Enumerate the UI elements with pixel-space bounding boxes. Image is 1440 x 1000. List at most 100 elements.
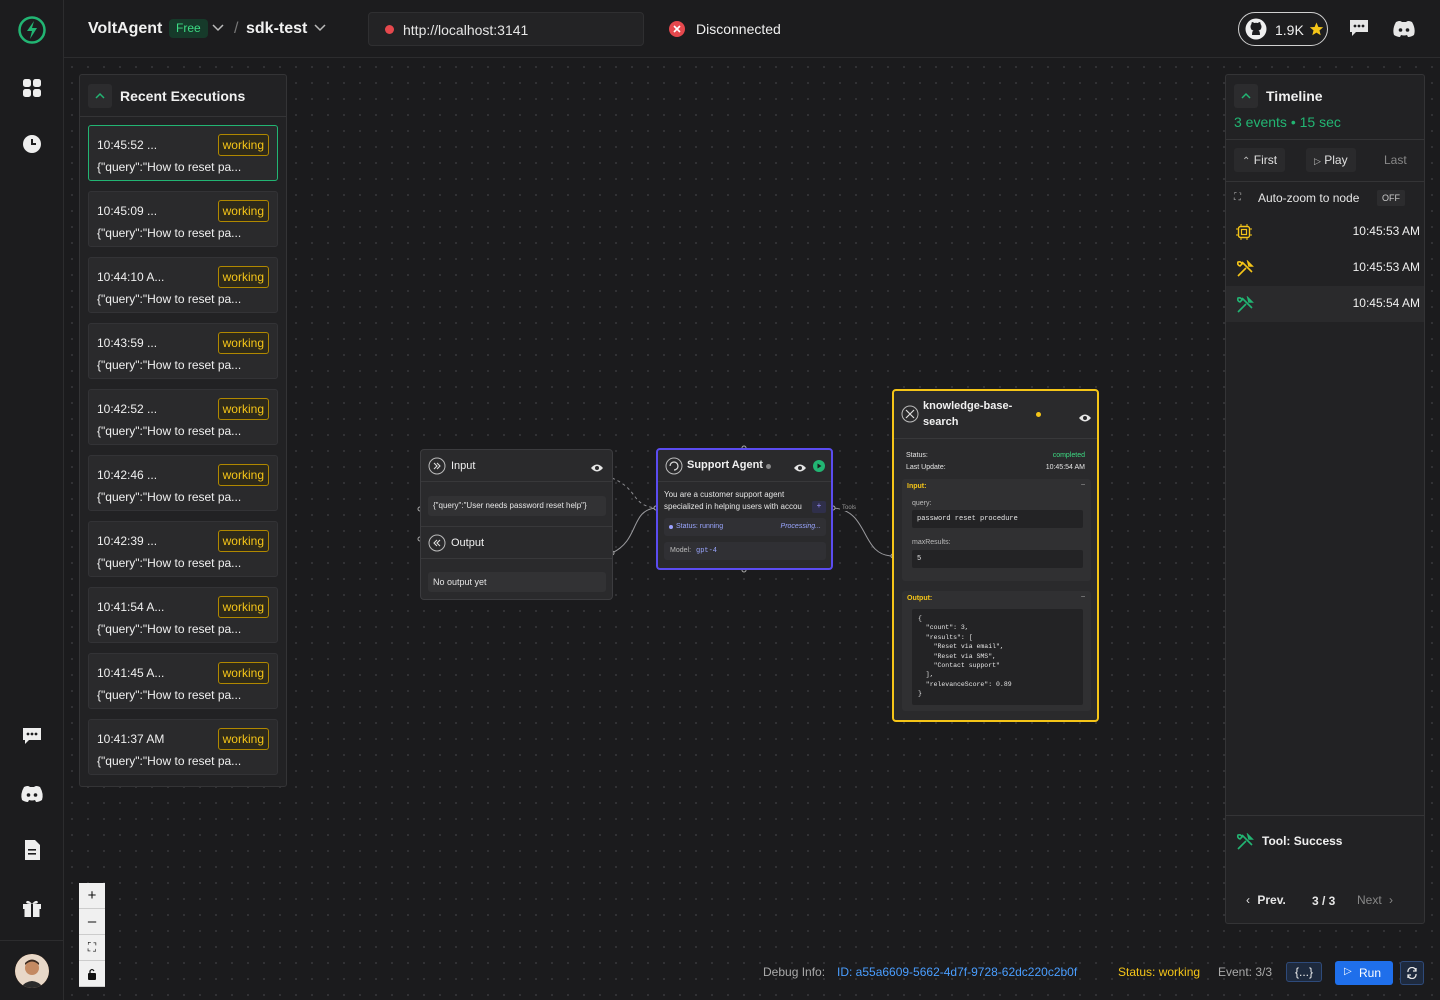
support-agent-node[interactable]: Support Agent You are a customer support… (656, 448, 833, 570)
execution-query: {"query":"How to reset pa... (97, 358, 242, 372)
output-code-line: "Contact support" (918, 662, 1000, 670)
execution-item[interactable]: 10:42:46 ... working {"query":"How to rese… (88, 455, 278, 511)
status-badge: working (217, 266, 269, 288)
execution-item[interactable]: 10:45:52 ... working {"query":"How to rese… (88, 125, 278, 181)
agent-status-box: Status: running Processing... (664, 518, 826, 536)
execution-item[interactable]: 10:42:52 ... working {"query":"How to rese… (88, 389, 278, 445)
agent-status: Status: running (676, 523, 724, 530)
output-code-line: } (918, 690, 922, 698)
status-badge: working (217, 200, 269, 222)
status-badge: working (217, 134, 269, 156)
run-button[interactable]: ▷ Run (1335, 961, 1393, 985)
input-node-title: Input (451, 460, 476, 472)
agent-refresh-icon (665, 457, 683, 480)
output-value: No output yet (433, 577, 487, 587)
debug-status: Status: working (1118, 965, 1201, 979)
zoom-in-button[interactable]: + (79, 883, 105, 909)
output-code-line: "Reset via email", (918, 643, 1004, 651)
event-time: 10:45:53 AM (1352, 260, 1420, 274)
execution-item[interactable]: 10:42:39 ... working {"query":"How to rese… (88, 521, 278, 577)
next-button[interactable]: Next › (1357, 893, 1393, 913)
double-chevron-up-icon: ⌃ (1242, 156, 1251, 167)
timeline-event[interactable]: 10:45:53 AM (1226, 214, 1424, 250)
tool-icon (1236, 295, 1254, 319)
status-badge: working (217, 464, 269, 486)
output-code-line: ], (918, 671, 934, 679)
query-label: query: (912, 500, 932, 507)
agent-description-line2: specialized in helping users with accou (664, 502, 802, 511)
tool-status: completed (1052, 452, 1085, 459)
event-time: 10:45:54 AM (1352, 296, 1420, 310)
agent-play-icon[interactable] (813, 459, 825, 477)
last-button[interactable]: Last (1376, 148, 1415, 172)
lock-icon[interactable] (79, 961, 105, 987)
execution-item[interactable]: 10:45:09 ... working {"query":"How to rese… (88, 191, 278, 247)
timeline-summary: 3 events • 15 sec (1234, 114, 1341, 130)
recent-executions-panel: Recent Executions 10:45:52 ... working {"q… (79, 74, 287, 787)
tool-last-update: 10:45:54 AM (1045, 464, 1085, 471)
execution-item[interactable]: 10:41:45 A... working {"query":"How to res… (88, 653, 278, 709)
prev-button[interactable]: ‹ Prev. (1246, 893, 1286, 913)
status-badge: working (217, 662, 269, 684)
execution-item[interactable]: 10:44:10 A... working {"query":"How to res… (88, 257, 278, 313)
timeline-event-selected[interactable]: 10:45:54 AM (1226, 286, 1424, 322)
tool-status-dot (1036, 412, 1041, 417)
agent-status-dot (766, 464, 771, 469)
agent-processing: Processing... (780, 523, 821, 530)
debug-id[interactable]: ID: a55a6609-5662-4d7f-9728-62dc220c2b0f (837, 965, 1077, 979)
execution-item[interactable]: 10:41:54 A... working {"query":"How to res… (88, 587, 278, 643)
output-arrows-icon (428, 534, 446, 557)
execution-time: 10:43:59 ... (97, 336, 158, 350)
chevron-right-icon: › (1389, 893, 1394, 907)
agent-description-line1: You are a customer support agent (664, 490, 785, 499)
status-badge: working (217, 530, 269, 552)
refresh-icon[interactable] (1400, 961, 1424, 985)
collapse-minus-icon[interactable]: – (1081, 481, 1085, 488)
agent-model: gpt-4 (696, 547, 718, 555)
zoom-out-button[interactable]: – (79, 909, 105, 935)
tool-eye-icon[interactable] (1078, 410, 1092, 428)
execution-item[interactable]: 10:41:37 AM working {"query":"How to reset… (88, 719, 278, 775)
execution-item[interactable]: 10:43:59 ... working {"query":"How to rese… (88, 323, 278, 379)
json-view-button[interactable]: {...} (1286, 962, 1323, 982)
eye-icon[interactable] (590, 460, 604, 478)
execution-time: 10:41:45 A... (97, 666, 165, 680)
max-results-value: 5 (917, 555, 922, 563)
execution-time: 10:42:46 ... (97, 468, 158, 482)
execution-time: 10:42:39 ... (97, 534, 158, 548)
selected-event-label: Tool: Success (1262, 834, 1343, 848)
event-time: 10:45:53 AM (1352, 224, 1420, 238)
fit-view-icon[interactable]: ⛶ (79, 935, 105, 961)
input-output-node[interactable]: Input {"query":"User needs password rese… (420, 449, 613, 600)
cpu-icon (1236, 224, 1252, 245)
agent-model-box: Model: gpt-4 (664, 542, 826, 560)
play-button[interactable]: ▷ Play (1306, 148, 1356, 172)
tool-output-code: { "count": 3, "results": [ "Reset via em… (912, 609, 1083, 705)
first-button[interactable]: ⌃ First (1234, 148, 1286, 172)
agent-model-label: Model: (670, 547, 692, 554)
output-code-line: "results": [ (918, 633, 973, 641)
output-node-title: Output (451, 537, 485, 549)
agent-eye-icon[interactable] (793, 460, 807, 478)
tool-title-line1: knowledge-base- (923, 400, 1013, 412)
knowledge-base-search-node[interactable]: knowledge-base- search Status: completed… (892, 389, 1099, 722)
play-icon: ▷ (1314, 156, 1321, 166)
auto-zoom-toggle[interactable]: ⛶ Auto-zoom to node OFF (1234, 187, 1414, 209)
expand-plus-icon[interactable]: + (812, 501, 826, 513)
execution-query: {"query":"How to reset pa... (97, 490, 242, 504)
status-badge: working (217, 596, 269, 618)
collapse-chevron-up-icon[interactable] (88, 84, 112, 108)
timeline-event[interactable]: 10:45:53 AM (1226, 250, 1424, 286)
output-code-line: "count": 3, (918, 624, 969, 632)
output-code-line: { (918, 615, 922, 622)
tool-output-label: Output: (907, 595, 933, 602)
input-to-agent-edge (611, 477, 657, 509)
status-badge: working (217, 398, 269, 420)
collapse-minus-icon[interactable]: – (1081, 593, 1085, 600)
tools-edge-label: Tools (840, 505, 859, 511)
tool-wrench-icon (901, 405, 919, 428)
timeline-collapse-chevron-up-icon[interactable] (1234, 84, 1258, 108)
execution-time: 10:42:52 ... (97, 402, 158, 416)
execution-query: {"query":"How to reset pa... (97, 226, 242, 240)
execution-time: 10:44:10 A... (97, 270, 165, 284)
